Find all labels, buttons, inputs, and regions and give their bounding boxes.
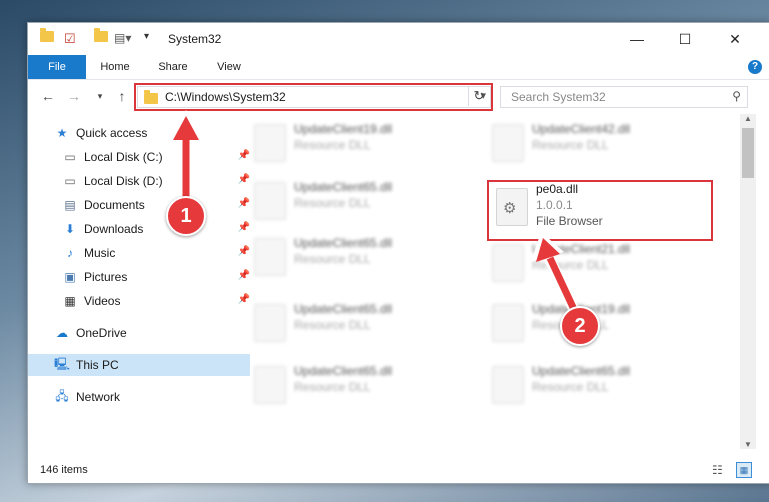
step-2-badge: 2 xyxy=(560,306,600,346)
annotation-arrows xyxy=(168,110,583,321)
arrow-1 xyxy=(168,110,204,205)
arrow-2 xyxy=(531,232,583,321)
step-1-badge: 1 xyxy=(166,196,206,236)
